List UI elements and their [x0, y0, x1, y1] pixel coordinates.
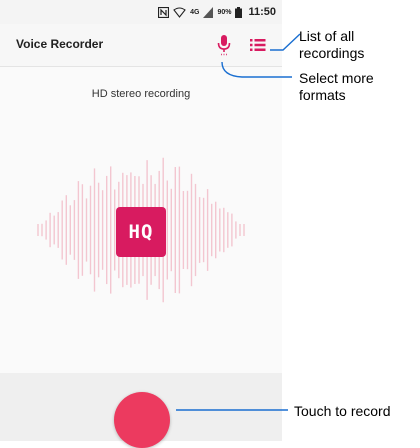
status-bar: 4G 90% 11:50	[0, 0, 282, 24]
battery-percent: 90%	[217, 8, 232, 16]
status-icons: 4G 90% 11:50	[158, 5, 276, 19]
clock: 11:50	[248, 6, 276, 18]
record-button[interactable]	[114, 392, 170, 448]
hq-badge[interactable]: HQ	[116, 207, 166, 257]
app-title: Voice Recorder	[16, 37, 104, 51]
nfc-icon	[158, 6, 170, 18]
callout-list-recordings: List of all recordings	[299, 28, 365, 61]
callout-select-formats: Select more formats	[299, 70, 374, 103]
app-bar: Voice Recorder	[0, 24, 282, 67]
wifi-icon	[173, 6, 186, 18]
network-type: 4G	[190, 8, 200, 16]
battery-icon	[235, 6, 243, 18]
signal-icon	[203, 6, 214, 18]
list-icon[interactable]	[248, 36, 268, 54]
callout-touch-record: Touch to record	[294, 403, 391, 419]
microphone-icon[interactable]	[214, 34, 234, 56]
phone-screen: 4G 90% 11:50 Voice Recorder HD stereo re…	[0, 0, 282, 441]
recording-mode-label: HD stereo recording	[91, 88, 191, 100]
